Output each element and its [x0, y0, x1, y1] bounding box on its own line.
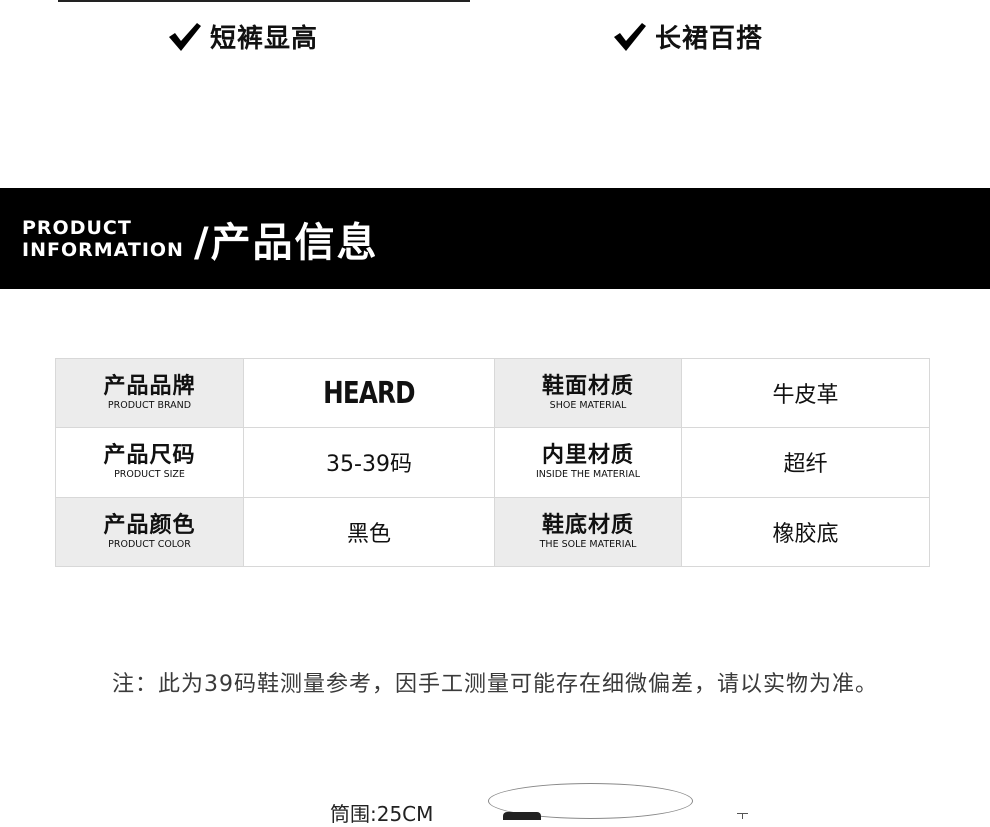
checkmark-icon: [613, 22, 647, 52]
circumference-label: 筒围:25CM: [330, 802, 434, 826]
table-row: 产品品牌 PRODUCT BRAND HEARD 鞋面材质 SHOE MATER…: [55, 357, 930, 429]
key-cn: 产品颜色: [103, 512, 196, 538]
measurement-note: 注：此为39码鞋测量参考，因手工测量可能存在细微偏差，请以实物为准。: [112, 672, 878, 697]
key-en: PRODUCT BRAND: [107, 400, 192, 412]
key-cn: 鞋底材质: [541, 512, 634, 538]
key-cell-sole-material: 鞋底材质 THE SOLE MATERIAL: [494, 496, 682, 568]
banner-chinese-title: /产品信息: [193, 219, 379, 266]
banner-en-line1: PRODUCT: [22, 216, 132, 239]
value-cell-size: 35-39码: [243, 427, 495, 498]
key-en: PRODUCT COLOR: [108, 538, 191, 550]
key-cn: 产品尺码: [103, 443, 196, 469]
value-text: 超纤: [783, 452, 828, 478]
key-en: INSIDE THE MATERIAL: [535, 469, 640, 481]
value-cell-color: 黑色: [243, 496, 495, 568]
value-cell-brand: HEARD: [243, 357, 495, 429]
key-en: THE SOLE MATERIAL: [539, 538, 637, 550]
product-info-banner: PRODUCT INFORMATION /产品信息: [0, 188, 990, 289]
value-text: 黑色: [346, 521, 391, 547]
table-row: 产品颜色 PRODUCT COLOR 黑色 鞋底材质 THE SOLE MATE…: [55, 496, 930, 568]
value-cell-upper-material: 牛皮革: [681, 357, 930, 429]
value-text: 35-39码: [326, 452, 412, 478]
key-cn: 鞋面材质: [541, 374, 634, 400]
value-text: 橡胶底: [772, 521, 839, 547]
banner-en-line2: INFORMATION: [22, 238, 184, 261]
key-cell-upper-material: 鞋面材质 SHOE MATERIAL: [494, 357, 682, 429]
key-cell-lining-material: 内里材质 INSIDE THE MATERIAL: [494, 427, 682, 498]
key-en: SHOE MATERIAL: [549, 400, 627, 412]
key-cn: 产品品牌: [103, 374, 196, 400]
product-info-table: 产品品牌 PRODUCT BRAND HEARD 鞋面材质 SHOE MATER…: [55, 357, 930, 568]
key-cn: 内里材质: [541, 443, 634, 469]
boot-image-top: [503, 812, 541, 820]
value-cell-sole-material: 橡胶底: [681, 496, 930, 568]
key-en: PRODUCT SIZE: [114, 469, 185, 481]
key-cell-size: 产品尺码 PRODUCT SIZE: [55, 427, 244, 498]
value-cell-lining-material: 超纤: [681, 427, 930, 498]
feature-long-skirt: 长裙百搭: [613, 18, 763, 55]
height-marker-line: [742, 813, 743, 819]
checkmark-icon: [168, 22, 202, 52]
feature-label: 长裙百搭: [655, 24, 764, 54]
value-text: 牛皮革: [772, 383, 839, 409]
key-cell-color: 产品颜色 PRODUCT COLOR: [55, 496, 244, 568]
feature-label: 短裤显高: [210, 24, 319, 54]
table-row: 产品尺码 PRODUCT SIZE 35-39码 内里材质 INSIDE THE…: [55, 427, 930, 498]
key-cell-brand: 产品品牌 PRODUCT BRAND: [55, 357, 244, 429]
top-divider: [58, 0, 470, 2]
brand-logo-text: HEARD: [323, 375, 416, 411]
banner-english-title: PRODUCT INFORMATION: [22, 217, 184, 261]
feature-shorts: 短裤显高: [168, 18, 318, 55]
